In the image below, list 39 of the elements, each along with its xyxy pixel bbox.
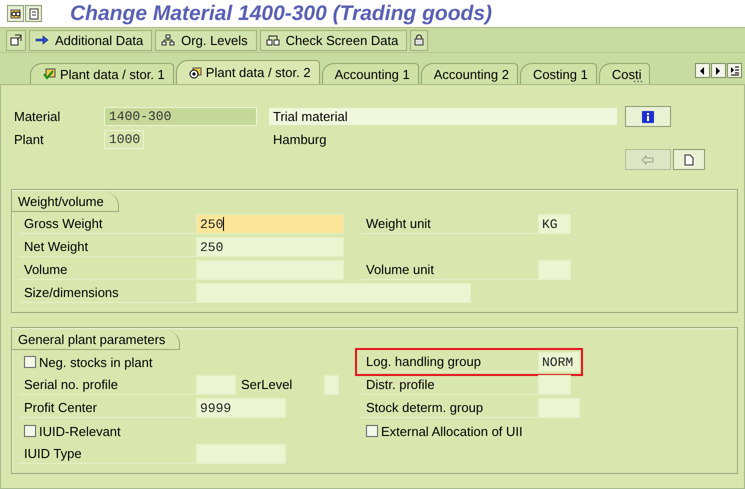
field-label: Net Weight bbox=[19, 237, 196, 257]
field-label: Material bbox=[13, 109, 62, 124]
field-label: IUID Type bbox=[19, 444, 196, 464]
field-label: SerLevel bbox=[240, 376, 294, 394]
description-field: Trial material bbox=[269, 108, 617, 125]
input-field[interactable]: 9999 bbox=[196, 398, 286, 418]
toolbar-button[interactable]: Check Screen Data bbox=[260, 30, 408, 51]
description-text: Hamburg bbox=[272, 131, 328, 148]
toolbar-button[interactable]: Org. Levels bbox=[155, 30, 257, 51]
input-field[interactable]: KG bbox=[538, 214, 571, 234]
field-label: Plant bbox=[13, 132, 45, 147]
tab[interactable]: Accounting 2 bbox=[420, 63, 518, 84]
group-title: General plant parameters bbox=[12, 330, 180, 350]
toolbar-button[interactable]: Additional Data bbox=[29, 30, 152, 51]
tab[interactable]: Plant data / stor. 2 bbox=[176, 60, 320, 84]
display-field: 1400-300 bbox=[104, 107, 257, 126]
checkbox-label[interactable]: Neg. stocks in plant bbox=[19, 354, 152, 370]
field-label: Serial no. profile bbox=[19, 375, 196, 395]
field-label: Distr. profile bbox=[361, 375, 538, 395]
checkbox-label[interactable]: IUID-Relevant bbox=[19, 424, 121, 438]
input-field[interactable]: 250 bbox=[196, 237, 344, 257]
field-label: Stock determ. group bbox=[361, 398, 538, 418]
tab[interactable]: Accounting 1 bbox=[322, 63, 419, 84]
field-label: Volume bbox=[19, 260, 196, 280]
group-title: Weight/volume bbox=[12, 192, 119, 212]
input-field[interactable]: NORM bbox=[538, 352, 580, 372]
field-label: Volume unit bbox=[361, 260, 538, 280]
field-label: Weight unit bbox=[361, 214, 538, 234]
checkbox-label[interactable]: External Allocation of UII bbox=[361, 424, 523, 438]
window-title: Change Material 1400-300 (Trading goods) bbox=[70, 2, 492, 26]
field-label: Log. handling group bbox=[361, 352, 538, 372]
input-field[interactable]: 250 bbox=[196, 214, 344, 234]
field-label: Gross Weight bbox=[19, 214, 196, 234]
field-label: Profit Center bbox=[19, 398, 196, 418]
tab[interactable]: Plant data / stor. 1 bbox=[30, 63, 174, 84]
display-field: 1000 bbox=[104, 130, 144, 149]
tab[interactable]: Costing 1 bbox=[520, 63, 597, 84]
field-label: Size/dimensions bbox=[19, 283, 196, 303]
tab[interactable]: Costi bbox=[598, 63, 650, 84]
